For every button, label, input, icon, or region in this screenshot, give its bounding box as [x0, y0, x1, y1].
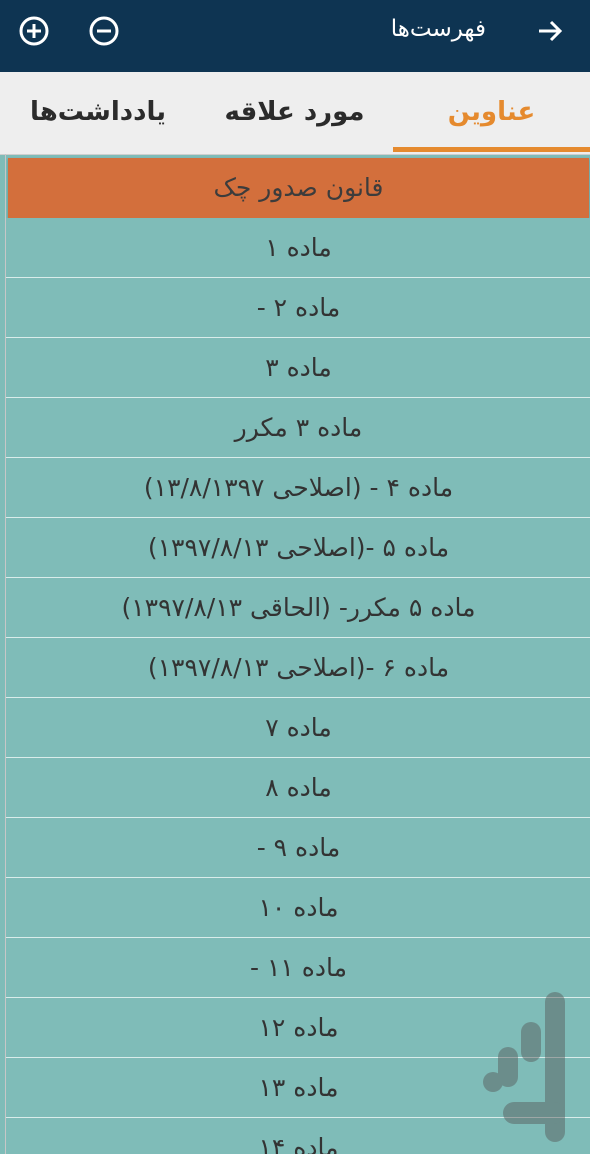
tab-favorites-label: مورد علاقه	[224, 97, 365, 127]
list-item[interactable]: ماده ۱	[6, 218, 590, 278]
list-item[interactable]: ماده ۲ -	[6, 278, 590, 338]
list-item[interactable]: ماده ۳ مکرر	[6, 398, 590, 458]
list-item[interactable]: ماده ۱۰	[6, 878, 590, 938]
tab-bar: عناوین مورد علاقه یادداشت‌ها	[0, 72, 590, 155]
page-title: فهرست‌ها	[390, 16, 486, 42]
list-item[interactable]: ماده ۶ -(اصلاحی ۱۳۹۷/۸/۱۳)	[6, 638, 590, 698]
active-tab-indicator	[393, 147, 590, 152]
arrow-right-icon[interactable]	[533, 14, 567, 48]
tab-titles[interactable]: عناوین	[393, 72, 590, 154]
list-item[interactable]: ماده ۳	[6, 338, 590, 398]
list-item[interactable]: ماده ۱۱ -	[6, 938, 590, 998]
list-item[interactable]: ماده ۸	[6, 758, 590, 818]
tab-titles-label: عناوین	[447, 97, 536, 127]
tab-notes[interactable]: یادداشت‌ها	[0, 72, 196, 154]
watermark-logo-icon	[483, 992, 565, 1142]
list-item[interactable]: ماده ۹ -	[6, 818, 590, 878]
list-section-header[interactable]: قانون صدور چک	[8, 158, 589, 218]
list-item[interactable]: ماده ۴ - (اصلاحی ۱۳/۸/۱۳۹۷)	[6, 458, 590, 518]
list-item[interactable]: ماده ۵ مکرر- (الحاقی ۱۳۹۷/۸/۱۳)	[6, 578, 590, 638]
plus-circle-icon[interactable]	[17, 14, 51, 48]
top-app-bar: فهرست‌ها	[0, 0, 590, 72]
list-item[interactable]: ماده ۷	[6, 698, 590, 758]
tab-favorites[interactable]: مورد علاقه	[196, 72, 393, 154]
list-item[interactable]: ماده ۵ -(اصلاحی ۱۳۹۷/۸/۱۳)	[6, 518, 590, 578]
tab-notes-label: یادداشت‌ها	[29, 97, 166, 127]
minus-circle-icon[interactable]	[87, 14, 121, 48]
